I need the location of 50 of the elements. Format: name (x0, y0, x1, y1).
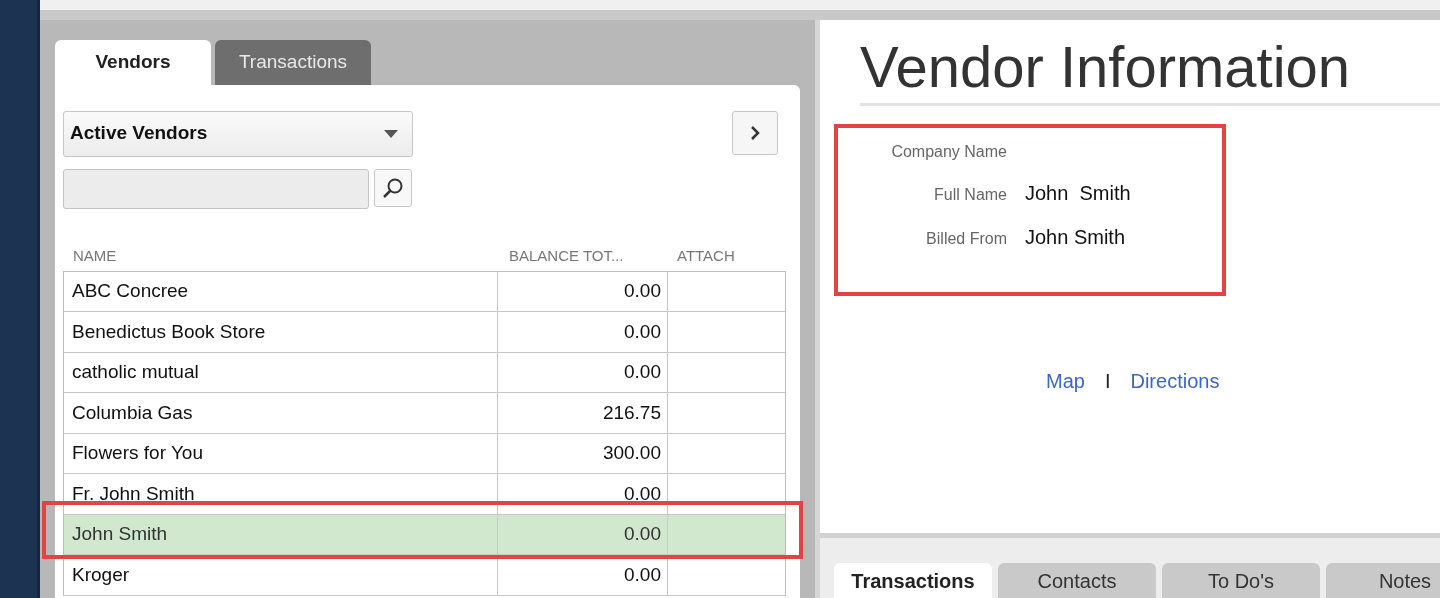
field-value: John Smith (1025, 224, 1126, 250)
table-cell: Flowers for You (64, 433, 498, 473)
link-separator: I (1104, 368, 1111, 394)
tab[interactable]: Vendors (55, 40, 211, 85)
table-row[interactable]: Fr. John Smith 0.00 (64, 474, 785, 515)
search-field[interactable] (63, 168, 369, 209)
table-cell: John Smith (64, 514, 498, 554)
expand-button[interactable] (732, 110, 778, 155)
chevron-right-icon (750, 124, 760, 141)
field-label: Company Name (890, 141, 1008, 162)
table-cell: 216.75 (498, 393, 668, 433)
table-cell: Kroger (64, 555, 498, 595)
table-row[interactable]: ABC Concree 0.00 (64, 271, 785, 312)
table-row[interactable]: catholic mutual 0.00 (64, 352, 785, 393)
table-cell: 0.00 (498, 352, 668, 392)
table-cell: 0.00 (498, 312, 668, 352)
field-label: Full Name (933, 184, 1008, 205)
table-cell: 0.00 (498, 555, 668, 595)
tab[interactable]: Contacts (998, 563, 1156, 598)
table-row[interactable]: Benedictus Book Store 0.00 (64, 312, 785, 353)
table-row[interactable]: John Smith 0.00 (64, 514, 785, 555)
table-row[interactable]: Kroger 0.00 (64, 555, 785, 596)
table-cell: catholic mutual (64, 352, 498, 392)
vendor-filter-dropdown[interactable]: Active Vendors (63, 110, 413, 157)
column-header[interactable]: ATTACH (667, 245, 735, 268)
column-header[interactable]: NAME (63, 245, 497, 268)
table-cell: Benedictus Book Store (64, 312, 498, 352)
page-title: Vendor Information (860, 34, 1440, 106)
table-cell: Columbia Gas (64, 393, 498, 433)
link[interactable]: Directions (1130, 365, 1220, 396)
field-label: Billed From (925, 228, 1008, 249)
search-icon (382, 176, 404, 199)
caret-icon (384, 129, 398, 138)
table-cell: 0.00 (498, 271, 668, 311)
table-cell: 300.00 (498, 433, 668, 473)
tab[interactable]: Transactions (215, 40, 371, 85)
table-row[interactable]: Flowers for You 300.00 (64, 433, 785, 474)
table-cell: ABC Concree (64, 271, 498, 311)
table-cell: 0.00 (498, 474, 668, 514)
tab[interactable]: Transactions (834, 563, 992, 598)
dropdown-value: Active Vendors (70, 121, 208, 146)
tab[interactable]: To Do's (1162, 563, 1320, 598)
table-row[interactable]: Columbia Gas 216.75 (64, 393, 785, 434)
column-header[interactable]: BALANCE TOT... (497, 245, 667, 268)
table-cell: Fr. John Smith (64, 474, 498, 514)
search-button[interactable] (374, 168, 412, 207)
link[interactable]: Map (1046, 365, 1085, 396)
tab[interactable]: Notes (1326, 563, 1440, 598)
field-value: John Smith (1025, 180, 1131, 206)
table-cell: 0.00 (498, 514, 668, 554)
